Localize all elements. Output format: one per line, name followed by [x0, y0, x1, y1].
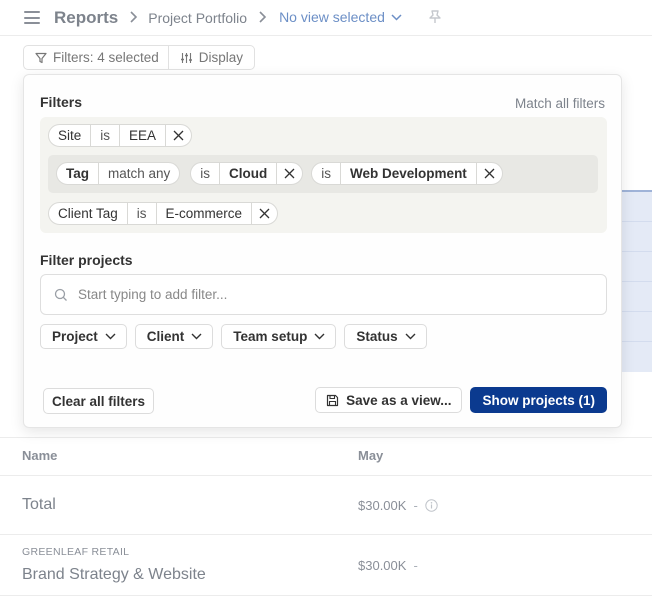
- total-amount: $30.00K: [358, 498, 407, 513]
- save-icon: [327, 394, 339, 406]
- clear-all-filters-button[interactable]: Clear all filters: [43, 388, 155, 414]
- divider: [0, 595, 652, 596]
- close-icon: [173, 130, 184, 141]
- active-filters-panel: Site is EEA Tag match any is Cloud is We…: [40, 117, 607, 233]
- remove-filter-button[interactable]: [166, 125, 191, 146]
- project-amount: $30.00K: [358, 558, 407, 573]
- column-header-name[interactable]: Name: [22, 448, 57, 463]
- total-value: $30.00K -: [358, 498, 438, 513]
- site-filter-chip[interactable]: Site is EEA: [48, 124, 193, 147]
- tag-filter-key-chip[interactable]: Tag match any: [56, 162, 181, 185]
- team-setup-dropdown[interactable]: Team setup: [221, 324, 337, 349]
- tag-filter-chip-web-development[interactable]: is Web Development: [311, 162, 503, 185]
- info-icon[interactable]: [425, 499, 438, 512]
- filter-operator[interactable]: is: [91, 125, 121, 146]
- filter-value[interactable]: E-commerce: [157, 203, 253, 224]
- view-selector-label: No view selected: [279, 9, 385, 25]
- chevron-right-icon: [126, 10, 140, 24]
- dropdown-label: Team setup: [233, 329, 308, 344]
- filter-key[interactable]: Client Tag: [49, 203, 128, 224]
- total-dash: -: [413, 498, 418, 513]
- total-label: Total: [22, 496, 56, 513]
- breadcrumb-portfolio[interactable]: Project Portfolio: [148, 10, 247, 26]
- project-value: $30.00K -: [358, 558, 418, 573]
- client-dropdown[interactable]: Client: [134, 324, 214, 349]
- display-button[interactable]: Display: [168, 45, 256, 70]
- filter-icon: [35, 52, 47, 63]
- filter-operator[interactable]: is: [128, 203, 157, 224]
- menu-icon[interactable]: [24, 11, 40, 24]
- filter-value[interactable]: Cloud: [220, 163, 278, 184]
- filter-search-input[interactable]: [78, 287, 578, 302]
- filter-key[interactable]: Tag: [57, 163, 99, 184]
- sliders-icon: [180, 52, 192, 63]
- view-selector[interactable]: No view selected: [279, 9, 402, 25]
- status-dropdown[interactable]: Status: [344, 324, 427, 349]
- tag-filter-chip-cloud[interactable]: is Cloud: [190, 162, 304, 185]
- filter-operator[interactable]: is: [312, 163, 342, 184]
- remove-filter-button[interactable]: [477, 163, 502, 184]
- chart-bar-background: [620, 190, 652, 372]
- save-as-view-label: Save as a view...: [346, 392, 452, 408]
- filters-button[interactable]: Filters: 4 selected: [23, 45, 169, 70]
- chevron-down-icon: [391, 13, 402, 21]
- project-name[interactable]: Brand Strategy & Website: [22, 566, 206, 584]
- filter-search-box[interactable]: [40, 274, 607, 315]
- remove-filter-button[interactable]: [252, 203, 277, 224]
- save-as-view-button[interactable]: Save as a view...: [315, 387, 463, 413]
- client-name: GREENLEAF RETAIL: [22, 546, 130, 558]
- display-button-label: Display: [198, 50, 244, 65]
- filter-projects-heading: Filter projects: [40, 252, 133, 268]
- close-icon: [484, 168, 495, 179]
- filter-match-mode[interactable]: match any: [99, 163, 179, 184]
- chevron-down-icon: [105, 333, 116, 340]
- dropdown-label: Status: [356, 329, 398, 344]
- show-projects-button[interactable]: Show projects (1): [470, 387, 607, 413]
- client-tag-filter-chip[interactable]: Client Tag is E-commerce: [48, 202, 279, 225]
- dropdown-label: Project: [52, 329, 98, 344]
- close-icon: [284, 168, 295, 179]
- divider: [0, 475, 652, 476]
- chevron-down-icon: [191, 333, 202, 340]
- remove-filter-button[interactable]: [277, 163, 302, 184]
- chevron-down-icon: [405, 333, 416, 340]
- chevron-down-icon: [314, 333, 325, 340]
- chevron-right-icon: [255, 10, 269, 24]
- tag-filter-row: Tag match any is Cloud is Web Developmen…: [48, 155, 598, 193]
- filters-popover: Filters Match all filters Site is EEA Ta…: [23, 74, 622, 428]
- search-icon: [54, 288, 67, 301]
- column-header-may[interactable]: May: [358, 448, 383, 463]
- page-title[interactable]: Reports: [54, 8, 118, 28]
- filter-key[interactable]: Site: [49, 125, 92, 146]
- dropdown-label: Client: [146, 329, 185, 344]
- pin-icon[interactable]: [427, 9, 443, 25]
- filter-value[interactable]: Web Development: [341, 163, 477, 184]
- close-icon: [259, 208, 270, 219]
- divider: [0, 534, 652, 535]
- filter-value[interactable]: EEA: [120, 125, 167, 146]
- filters-button-label: Filters: 4 selected: [53, 50, 159, 65]
- project-dash: -: [413, 558, 418, 573]
- top-bar: Reports Project Portfolio No view select…: [0, 0, 652, 36]
- popover-title: Filters: [40, 94, 83, 110]
- divider: [0, 437, 652, 438]
- match-all-filters-toggle[interactable]: Match all filters: [515, 96, 605, 111]
- project-dropdown[interactable]: Project: [40, 324, 127, 349]
- filter-operator[interactable]: is: [191, 163, 221, 184]
